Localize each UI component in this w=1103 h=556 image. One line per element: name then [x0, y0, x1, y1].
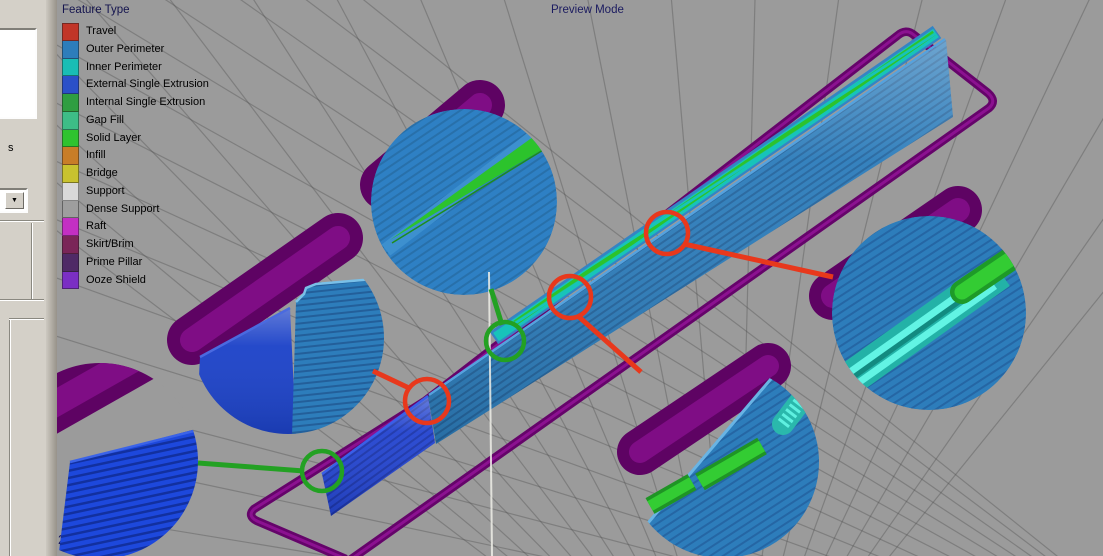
color-swatch — [62, 147, 79, 165]
truncated-label: s — [8, 142, 14, 154]
color-swatch — [62, 112, 79, 130]
leader-green-top — [491, 289, 502, 325]
magnifier-circle-solid-layer — [640, 366, 828, 556]
panel-splitter[interactable] — [46, 0, 57, 556]
color-swatch — [62, 41, 79, 59]
legend-item-infill: Infill — [62, 147, 209, 165]
color-swatch — [62, 130, 79, 148]
legend-item-internal-single-extrusion: Internal Single Extrusion — [62, 94, 209, 112]
preview-window: 2: 3.90 — [0, 0, 1103, 556]
groupbox-divider — [31, 223, 33, 299]
magnifier-circle-inner-perimeter — [820, 210, 1026, 410]
color-swatch — [62, 272, 79, 290]
color-swatch — [62, 236, 79, 254]
legend-item-gap-fill: Gap Fill — [62, 112, 209, 130]
legend-item-prime-pillar: Prime Pillar — [62, 254, 209, 272]
legend-item-ooze-shield: Ooze Shield — [62, 272, 209, 290]
legend-item-bridge: Bridge — [62, 165, 209, 183]
groupbox-divider — [9, 320, 11, 556]
leader-red-left — [373, 371, 409, 388]
groupbox-divider — [9, 318, 44, 320]
magnifier-circle-gap-fill — [371, 105, 557, 295]
color-swatch — [62, 183, 79, 201]
magnifier-circle-wall-junction — [192, 238, 386, 436]
chevron-down-icon: ▼ — [11, 197, 18, 204]
groupbox-divider — [0, 299, 44, 301]
layer-dropdown[interactable]: ▼ — [0, 188, 28, 213]
legend-title: Feature Type — [62, 4, 209, 16]
legend-item-inner-perimeter: Inner Perimeter — [62, 59, 209, 77]
groupbox-divider — [0, 220, 44, 222]
color-swatch — [62, 76, 79, 94]
legend-item-external-single-extrusion: External Single Extrusion — [62, 76, 209, 94]
preview-mode-label: Preview Mode — [551, 4, 624, 16]
color-swatch — [62, 59, 79, 77]
legend-item-outer-perimeter: Outer Perimeter — [62, 41, 209, 59]
color-swatch — [62, 201, 79, 219]
color-swatch — [62, 165, 79, 183]
axis-line — [489, 272, 492, 556]
color-swatch — [62, 218, 79, 236]
legend-item-skirt-brim: Skirt/Brim — [62, 236, 209, 254]
color-swatch — [62, 23, 79, 41]
color-swatch — [62, 94, 79, 112]
legend-item-raft: Raft — [62, 218, 209, 236]
process-listbox[interactable] — [0, 28, 37, 119]
legend-item-dense-support: Dense Support — [62, 201, 209, 219]
legend-item-support: Support — [62, 183, 209, 201]
leader-green-left — [198, 463, 304, 471]
dropdown-button[interactable]: ▼ — [5, 192, 24, 209]
left-panel: s ▼ — [0, 0, 57, 556]
color-swatch — [62, 254, 79, 272]
feature-type-legend: Feature Type Travel Outer Perimeter Inne… — [62, 4, 209, 289]
legend-item-solid-layer: Solid Layer — [62, 130, 209, 148]
legend-item-travel: Travel — [62, 23, 209, 41]
